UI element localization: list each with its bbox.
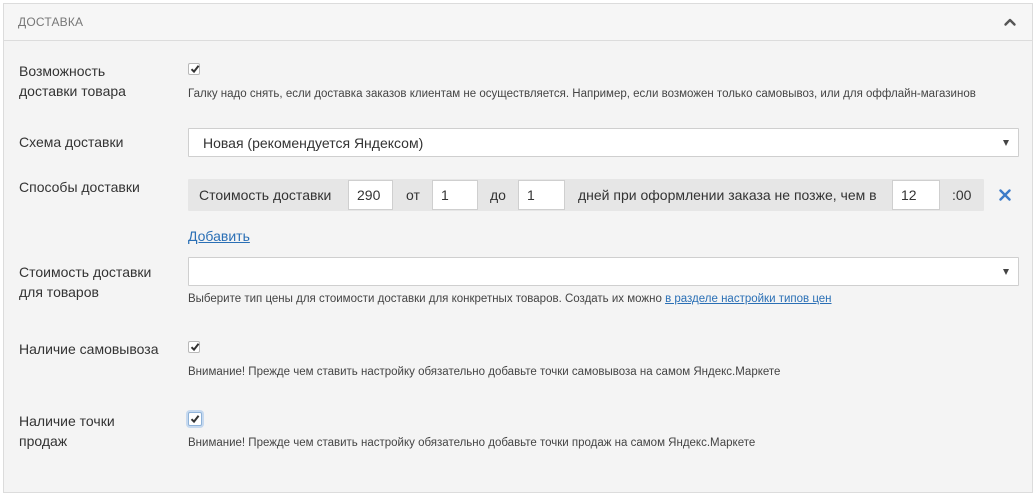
caret-down-icon <box>1003 269 1009 275</box>
checkmark-icon <box>190 65 200 74</box>
pickup-checkbox[interactable] <box>188 341 200 353</box>
price-types-settings-link[interactable]: в разделе настройки типов цен <box>665 293 831 305</box>
delivery-possible-label: Возможность доставки товара <box>19 63 126 99</box>
delivery-possible-checkbox[interactable] <box>188 63 200 75</box>
panel-title: ДОСТАВКА <box>18 15 84 29</box>
checkmark-icon <box>190 343 200 352</box>
delivery-methods-label: Способы доставки <box>19 179 140 195</box>
pickup-label: Наличие самовывоза <box>19 341 159 357</box>
delivery-cost-input[interactable]: 290 <box>348 180 393 210</box>
panel-header[interactable]: ДОСТАВКА <box>4 4 1032 41</box>
to-label: до <box>490 187 506 203</box>
days-from-input[interactable]: 1 <box>432 180 478 210</box>
from-label: от <box>406 187 420 203</box>
delivery-scheme-select[interactable]: Новая (рекомендуется Яндексом) <box>188 128 1019 157</box>
checkmark-icon <box>190 415 200 424</box>
minutes-suffix: :00 <box>952 187 972 203</box>
delivery-possible-hint: Галку надо снять, если доставка заказов … <box>188 88 976 100</box>
sale-points-checkbox[interactable] <box>188 412 202 426</box>
days-condition-label: дней при оформлении заказа не позже, чем… <box>578 187 877 203</box>
sale-points-label: Наличие точки продаж <box>19 413 115 449</box>
delivery-cost-label: Стоимость доставки <box>199 187 332 203</box>
close-icon[interactable] <box>999 188 1011 201</box>
caret-down-icon <box>1003 140 1009 146</box>
goods-delivery-cost-label: Стоимость доставки для товаров <box>19 264 152 300</box>
order-hour-input[interactable]: 12 <box>892 180 940 210</box>
add-delivery-method-link[interactable]: Добавить <box>188 228 250 244</box>
chevron-up-icon[interactable] <box>1002 14 1018 30</box>
sale-points-hint: Внимание! Прежде чем ставить настройку о… <box>188 437 756 449</box>
delivery-scheme-value: Новая (рекомендуется Яндексом) <box>203 135 424 151</box>
pickup-hint: Внимание! Прежде чем ставить настройку о… <box>188 366 781 378</box>
goods-delivery-cost-select[interactable] <box>188 257 1019 286</box>
delivery-panel: ДОСТАВКА Возможность доставки товара Гал… <box>3 3 1033 493</box>
delivery-scheme-label: Схема доставки <box>19 134 124 150</box>
goods-delivery-cost-hint: Выберите тип цены для стоимости доставки… <box>188 293 832 305</box>
days-to-input[interactable]: 1 <box>518 180 565 210</box>
delivery-method-row: Стоимость доставки 290 от 1 до 1 дней пр… <box>188 179 984 211</box>
